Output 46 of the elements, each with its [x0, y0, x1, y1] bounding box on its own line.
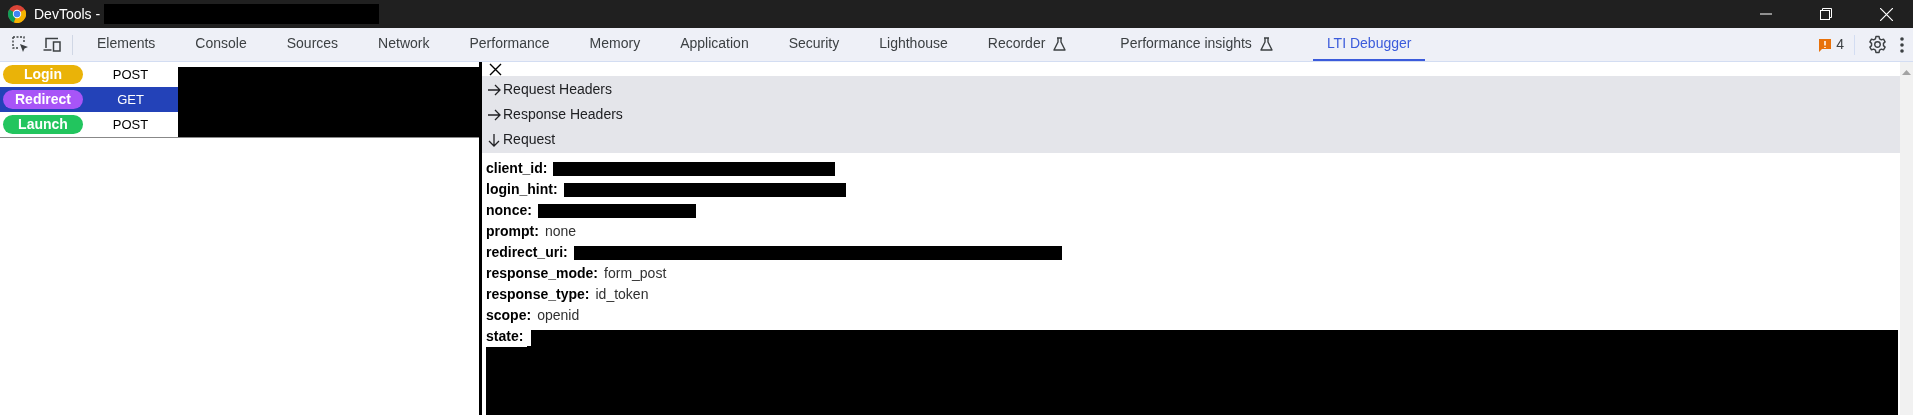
- field-name: response_mode:: [486, 264, 599, 283]
- tab[interactable]: Memory: [575, 28, 655, 61]
- tab[interactable]: Elements: [83, 28, 170, 61]
- field-value: openid: [537, 306, 580, 325]
- tab[interactable]: Console: [181, 28, 261, 61]
- section-header[interactable]: Request: [482, 127, 1900, 152]
- right-arrow-icon: [487, 107, 501, 122]
- tab[interactable]: LTI Debugger: [1312, 28, 1426, 61]
- chrome-logo-icon: [8, 5, 26, 23]
- request-row[interactable]: Redirect GET: [0, 87, 178, 112]
- field-name: response_type:: [486, 285, 590, 304]
- settings-icon[interactable]: [1867, 34, 1887, 55]
- request-type-badge: Launch: [3, 115, 83, 134]
- scrollbar[interactable]: [1900, 62, 1913, 415]
- issue-flag-icon: [1818, 37, 1833, 52]
- more-options-icon[interactable]: [1897, 34, 1907, 55]
- window-title: DevTools -: [34, 4, 101, 24]
- field-name: scope:: [486, 306, 532, 325]
- down-arrow-icon: [487, 132, 501, 147]
- field-name: prompt:: [486, 222, 539, 241]
- tab[interactable]: Network: [364, 28, 444, 61]
- field-name: client_id:: [486, 159, 548, 178]
- right-arrow-icon: [487, 82, 501, 97]
- field-name: login_hint:: [486, 180, 558, 199]
- close-icon[interactable]: [488, 62, 502, 76]
- tab[interactable]: Lighthouse: [865, 28, 962, 61]
- tab[interactable]: Security: [774, 28, 854, 61]
- request-type-badge: Redirect: [3, 90, 83, 109]
- field-value: form_post: [604, 264, 667, 283]
- request-method: POST: [111, 115, 150, 134]
- issues-button[interactable]: 4: [1818, 34, 1844, 55]
- section-header[interactable]: Response Headers: [482, 102, 1900, 127]
- restore-icon[interactable]: [1820, 8, 1832, 20]
- field-name: nonce:: [486, 201, 532, 220]
- request-type-badge: Login: [3, 65, 83, 84]
- tab[interactable]: Performance: [455, 28, 564, 61]
- tab[interactable]: Recorder: [973, 28, 1081, 61]
- field-value: none: [544, 222, 577, 241]
- request-method: GET: [116, 90, 145, 109]
- tab[interactable]: Application: [666, 28, 763, 61]
- tab[interactable]: Performance insights: [1106, 28, 1287, 61]
- field-name: redirect_uri:: [486, 243, 568, 262]
- tab[interactable]: Sources: [272, 28, 353, 61]
- section-header[interactable]: Request Headers: [482, 77, 1900, 102]
- field-value: id_token: [595, 285, 649, 304]
- request-method: POST: [111, 65, 150, 84]
